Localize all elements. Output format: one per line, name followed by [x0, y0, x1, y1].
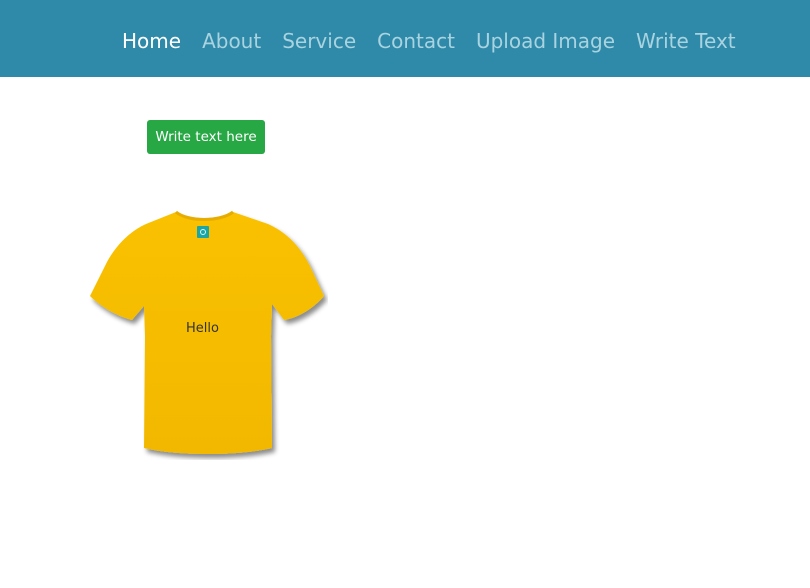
- nav-menu: Home About Service Contact Upload Image …: [122, 28, 757, 54]
- nav-item-service[interactable]: Service: [282, 28, 356, 54]
- nav-item-contact[interactable]: Contact: [377, 28, 455, 54]
- navbar: Home About Service Contact Upload Image …: [0, 0, 810, 77]
- shirt-text[interactable]: Hello: [186, 321, 219, 336]
- nav-item-home[interactable]: Home: [122, 28, 181, 54]
- shirt-tag-icon: [197, 226, 209, 238]
- nav-item-write-text[interactable]: Write Text: [636, 28, 736, 54]
- tshirt-preview: Hello: [88, 208, 328, 460]
- nav-item-about[interactable]: About: [202, 28, 261, 54]
- nav-item-upload-image[interactable]: Upload Image: [476, 28, 615, 54]
- write-text-button[interactable]: Write text here: [147, 120, 265, 154]
